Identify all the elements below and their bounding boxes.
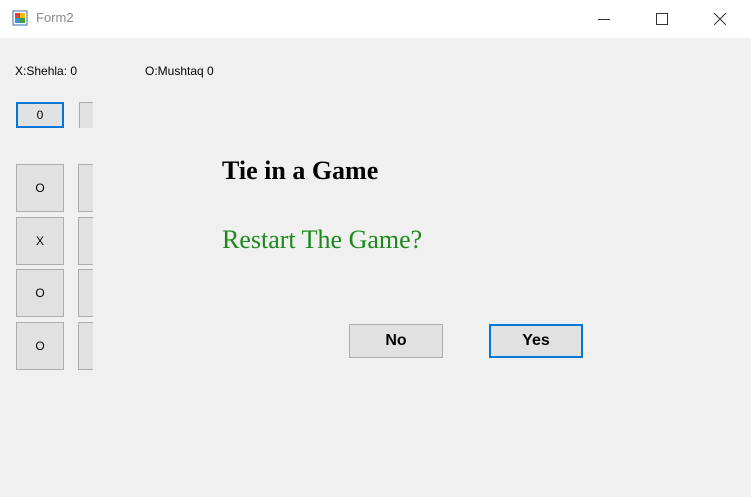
dialog-title: Tie in a Game	[222, 156, 379, 185]
board-cell[interactable]: X	[16, 217, 64, 265]
score-label-o: O:Mushtaq 0	[145, 64, 214, 78]
top-button-1[interactable]: 0	[16, 102, 64, 128]
minimize-button[interactable]	[575, 0, 633, 38]
no-button[interactable]: No	[349, 324, 443, 358]
window-title: Form2	[36, 10, 74, 25]
app-icon	[12, 10, 28, 26]
close-icon	[714, 13, 726, 25]
dialog-message: Restart The Game?	[222, 225, 423, 254]
board-cell[interactable]: O	[16, 269, 64, 317]
title-bar: Form2	[0, 0, 751, 38]
maximize-button[interactable]	[633, 0, 691, 38]
score-label-x: X:Shehla: 0	[15, 64, 78, 78]
board-cell[interactable]: O	[16, 164, 64, 212]
close-button[interactable]	[691, 0, 749, 38]
yes-button[interactable]: Yes	[489, 324, 583, 358]
maximize-icon	[656, 13, 668, 25]
minimize-icon	[598, 19, 610, 20]
board-cell[interactable]: O	[16, 322, 64, 370]
dialog-panel	[93, 100, 751, 497]
